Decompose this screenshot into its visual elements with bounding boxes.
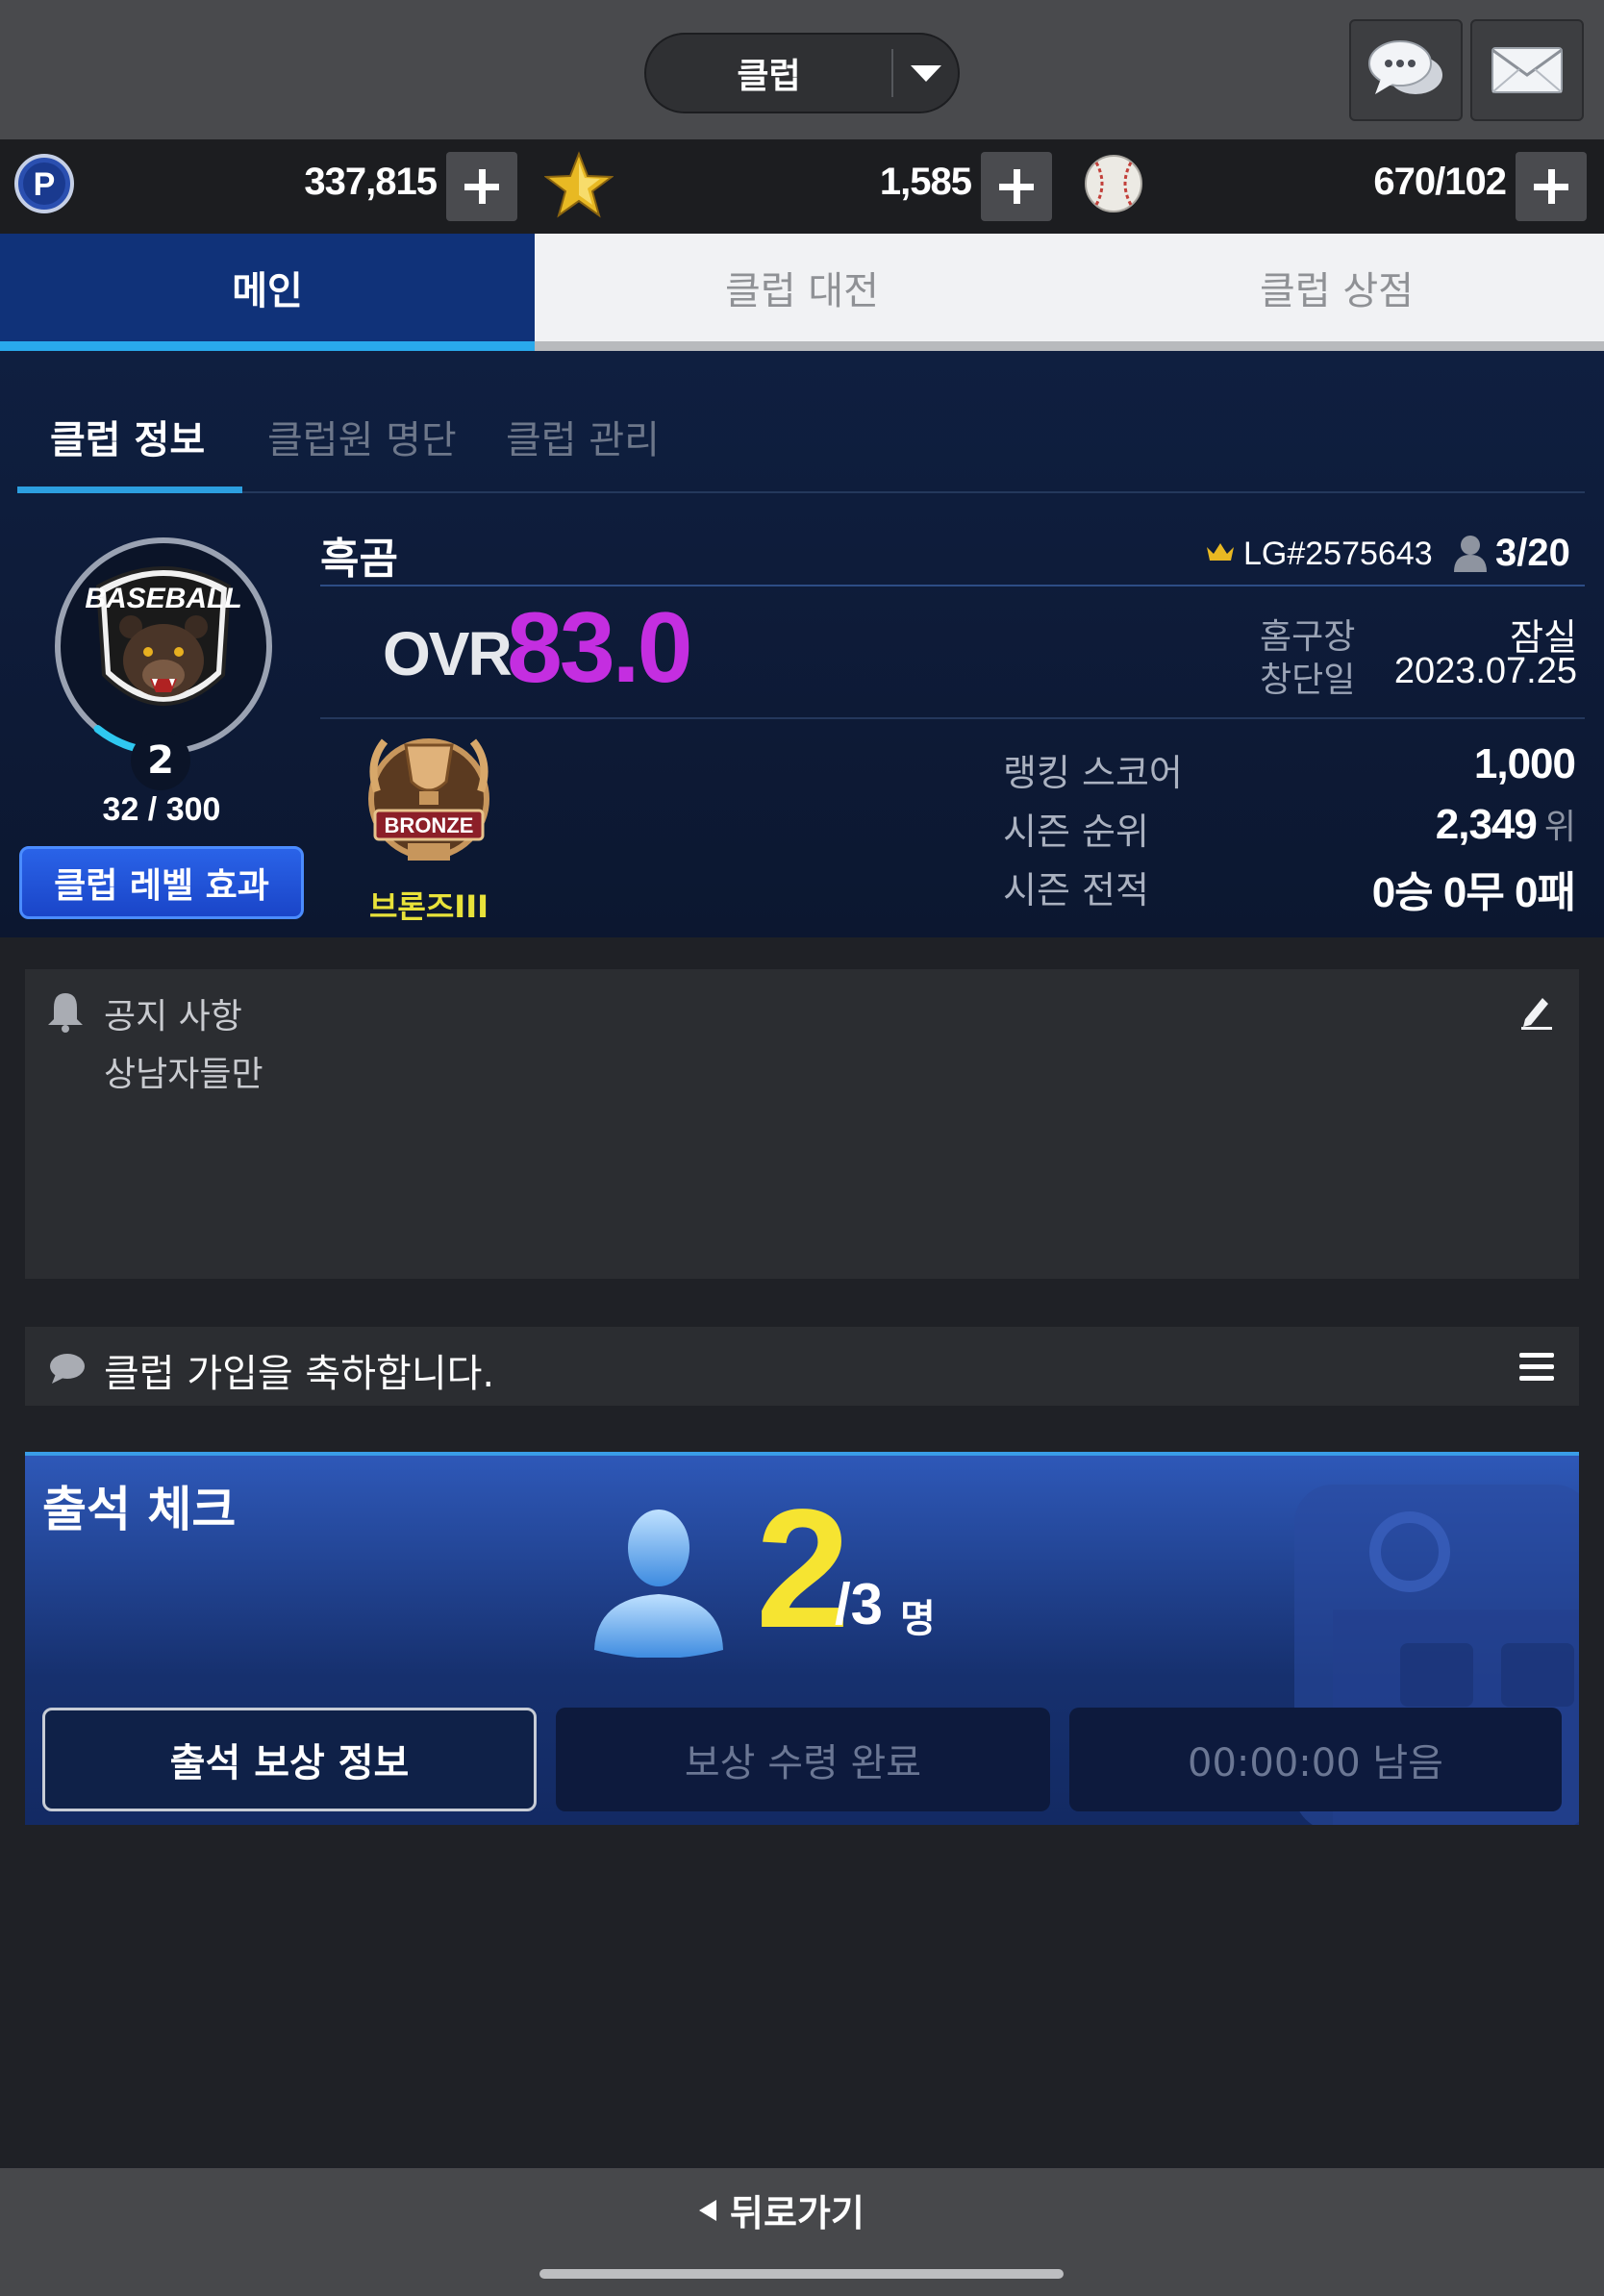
- club-info-panel: 클럽 정보 클럽원 명단 클럽 관리 BASEBALL 2 32 / 300 클…: [0, 351, 1604, 937]
- emblem-text: BASEBALL: [85, 583, 241, 614]
- club-level-effect-button[interactable]: 클럽 레벨 효과: [19, 846, 304, 919]
- divider: [320, 585, 1585, 586]
- tier-badge-icon: BRONZE: [368, 738, 489, 861]
- ovr-label: OVR: [383, 619, 513, 688]
- reward-timer-button[interactable]: 00:00:00 남음: [1069, 1708, 1562, 1811]
- subtab-club-manage[interactable]: 클럽 관리: [506, 409, 660, 464]
- edit-pencil-icon[interactable]: [1517, 992, 1556, 1031]
- tier-name: 브론즈III: [368, 888, 489, 925]
- reward-claimed-button[interactable]: 보상 수령 완료: [556, 1708, 1050, 1811]
- subtab-member-list[interactable]: 클럽원 명단: [267, 409, 457, 464]
- ranking-score-label: 랭킹 스코어: [1003, 752, 1183, 794]
- season-record-label: 시즌 전적: [1003, 869, 1149, 911]
- tab-club-shop[interactable]: 클럽 상점: [1069, 234, 1604, 341]
- speech-bubble-icon: [50, 1354, 85, 1384]
- club-chat-bar[interactable]: 클럽 가입을 축하합니다.: [25, 1327, 1579, 1406]
- add-points-button[interactable]: [446, 152, 517, 221]
- tier-badge-text: BRONZE: [385, 813, 474, 837]
- currency-bar: P 337,815 1,585 670/102: [0, 139, 1604, 234]
- season-rank-value: 2,349: [1435, 801, 1538, 848]
- club-exp-text: 32 / 300: [102, 791, 221, 828]
- member-icon: [1454, 536, 1487, 572]
- add-balls-button[interactable]: [1516, 152, 1587, 221]
- club-level-badge: 2: [131, 731, 190, 790]
- club-name: 흑곰: [320, 535, 398, 584]
- subtab-club-info[interactable]: 클럽 정보: [50, 409, 205, 464]
- tab-main[interactable]: 메인: [0, 234, 535, 341]
- crown-icon: [1207, 543, 1234, 561]
- season-rank-row: 2,349 위: [1435, 799, 1576, 849]
- points-value: 337,815: [304, 161, 438, 203]
- back-button[interactable]: 뒤로가기: [699, 2184, 865, 2236]
- home-indicator[interactable]: [539, 2269, 1064, 2279]
- notice-body: 상남자들만: [104, 1055, 263, 1094]
- hamburger-menu-icon[interactable]: [1517, 1350, 1556, 1383]
- main-tabs: 메인 클럽 대전 클럽 상점: [0, 234, 1604, 351]
- notice-panel: 공지 사항 상남자들만: [25, 969, 1579, 1279]
- club-leader-code: LG#2575643: [1243, 536, 1433, 572]
- chat-last-message: 클럽 가입을 축하합니다.: [104, 1352, 495, 1396]
- tab-club-battle[interactable]: 클럽 대전: [535, 234, 1069, 341]
- back-label: 뒤로가기: [730, 2192, 865, 2234]
- chat-button[interactable]: [1349, 19, 1463, 121]
- club-member-count: 3/20: [1495, 532, 1570, 574]
- envelope-icon: [1491, 47, 1563, 93]
- top-bar: 클럽: [0, 0, 1604, 139]
- star-icon: [544, 151, 614, 218]
- founded-value: 2023.07.25: [1393, 651, 1577, 691]
- svg-text:P: P: [34, 166, 56, 203]
- attendance-count: 2: [756, 1475, 850, 1663]
- divider: [320, 717, 1585, 719]
- baseball-icon: [1085, 155, 1142, 212]
- season-rank-label: 시즌 순위: [1003, 811, 1149, 853]
- back-arrow-icon: [699, 2199, 716, 2221]
- attendance-reward-info-button[interactable]: 출석 보상 정보: [42, 1708, 537, 1811]
- bell-icon: [48, 993, 83, 1033]
- attendance-total: /3: [835, 1572, 884, 1636]
- chat-bubbles-icon: [1368, 40, 1442, 94]
- ranking-score-value: 1,000: [1473, 740, 1576, 787]
- sub-tabs: 클럽 정보 클럽원 명단 클럽 관리: [17, 380, 1585, 493]
- person-icon: [594, 1510, 723, 1658]
- attendance-unit: 명: [900, 1597, 936, 1641]
- tab-active-indicator: [0, 341, 535, 351]
- season-record-value: 0승 0무 0패: [1371, 869, 1576, 916]
- balls-value: 670/102: [1373, 161, 1507, 203]
- club-emblem: BASEBALL: [55, 537, 272, 756]
- founded-label: 창단일: [1260, 661, 1356, 700]
- add-stars-button[interactable]: [981, 152, 1052, 221]
- mail-button[interactable]: [1470, 19, 1584, 121]
- point-coin-icon: P: [14, 154, 74, 213]
- ovr-value: 83.0: [507, 592, 692, 704]
- attendance-panel: 출석 체크 2 /3 명 출석 보상 정보 보상 수령 완료 00:00:00 …: [25, 1452, 1579, 1825]
- stars-value: 1,585: [879, 161, 972, 203]
- club-menu-label: 클럽: [737, 57, 801, 96]
- chevron-down-icon: [893, 64, 958, 82]
- season-rank-unit: 위: [1543, 807, 1576, 846]
- attendance-title: 출석 체크: [42, 1482, 237, 1537]
- subtab-active-indicator: [17, 487, 242, 493]
- notice-title: 공지 사항: [104, 997, 242, 1036]
- club-menu-dropdown[interactable]: 클럽: [644, 33, 960, 113]
